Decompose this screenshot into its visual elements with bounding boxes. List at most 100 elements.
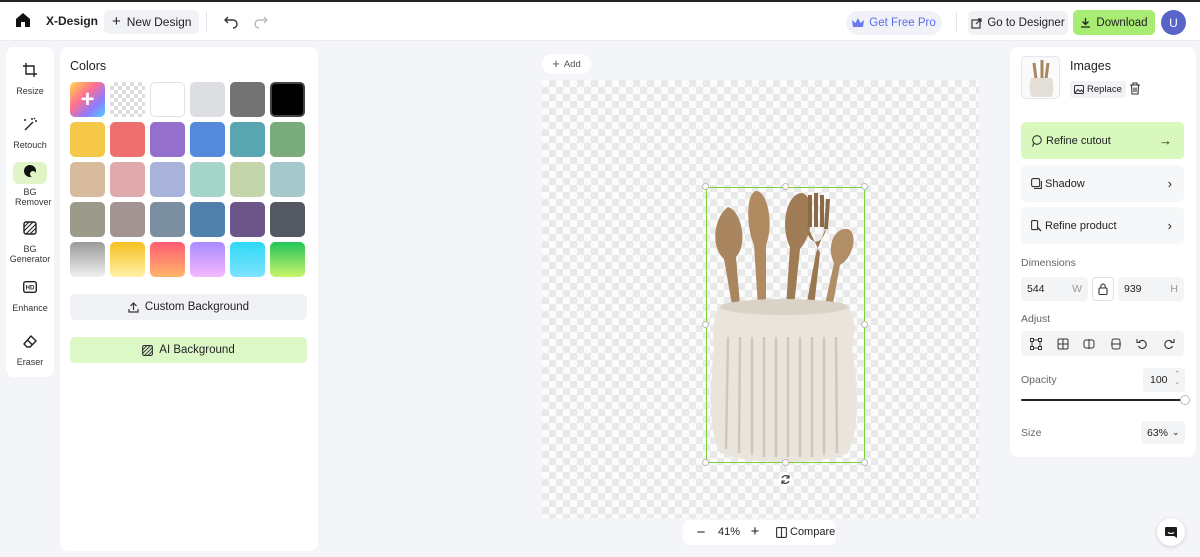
color-swatch[interactable] [230, 162, 265, 197]
tool-enhance[interactable]: HD Enhance [6, 278, 54, 313]
chat-support-button[interactable] [1157, 518, 1185, 546]
flip-vertical-icon[interactable] [1110, 338, 1122, 350]
color-swatch[interactable] [150, 162, 185, 197]
divider [206, 12, 207, 32]
zoom-in-button[interactable]: + [749, 523, 761, 540]
transparent-swatch[interactable] [110, 82, 145, 117]
refine-product-label: Refine product [1045, 219, 1117, 232]
opacity-input[interactable]: 100 ⌃ ⌄ [1143, 368, 1185, 392]
tool-label: Enhance [12, 303, 48, 313]
width-input[interactable]: 544 W [1021, 277, 1088, 301]
tool-label: Resize [16, 86, 44, 96]
resize-handle[interactable] [861, 459, 868, 466]
download-label: Download [1096, 16, 1148, 29]
color-swatch[interactable] [270, 202, 305, 237]
download-icon [1081, 18, 1091, 28]
shadow-button[interactable]: Shadow › [1021, 165, 1184, 202]
width-unit: W [1072, 283, 1082, 295]
color-swatch[interactable] [70, 202, 105, 237]
tool-bg-remover[interactable]: BG Remover [6, 162, 54, 207]
color-swatch[interactable] [270, 82, 305, 117]
color-swatch[interactable] [270, 162, 305, 197]
tool-retouch[interactable]: Retouch [6, 115, 54, 150]
color-swatch[interactable] [150, 202, 185, 237]
color-swatch[interactable] [190, 162, 225, 197]
top-bar: X-Design + New Design Get Free Pro Go to… [0, 0, 1200, 41]
color-swatch[interactable] [270, 122, 305, 157]
tool-eraser[interactable]: Eraser [6, 332, 54, 367]
go-to-designer-button[interactable]: Go to Designer [968, 11, 1068, 35]
grid-icon[interactable] [1057, 338, 1069, 350]
aspect-lock-button[interactable] [1092, 277, 1114, 301]
trash-icon[interactable] [1129, 82, 1141, 95]
resize-handle[interactable] [782, 183, 789, 190]
resize-handle[interactable] [782, 459, 789, 466]
dimensions-label: Dimensions [1021, 257, 1076, 269]
refine-product-icon [1031, 219, 1042, 231]
color-swatch[interactable] [150, 82, 185, 117]
shadow-label: Shadow [1045, 177, 1085, 190]
tool-label: Eraser [16, 357, 44, 367]
zoom-out-button[interactable]: − [695, 524, 707, 541]
color-swatch[interactable] [190, 202, 225, 237]
color-swatch[interactable] [70, 162, 105, 197]
color-swatch[interactable] [190, 82, 225, 117]
rotate-right-icon[interactable] [1163, 338, 1175, 350]
gradient-swatch[interactable] [230, 242, 265, 277]
gradient-swatch[interactable] [110, 242, 145, 277]
stepper-icon[interactable]: ⌃ ⌄ [1174, 371, 1180, 387]
resize-handle[interactable] [861, 183, 868, 190]
tool-resize[interactable]: Resize [6, 61, 54, 96]
transform-icon[interactable] [1030, 337, 1043, 350]
rotate-left-icon[interactable] [1136, 338, 1148, 350]
refine-cutout-button[interactable]: Refine cutout → [1021, 122, 1184, 159]
adjust-label: Adjust [1021, 313, 1051, 325]
height-input[interactable]: 939 H [1118, 277, 1184, 301]
color-swatch[interactable] [110, 202, 145, 237]
compare-button[interactable]: Compare [776, 526, 835, 538]
redo-icon[interactable] [253, 14, 269, 30]
color-swatch[interactable] [110, 122, 145, 157]
utensil-holder-thumbnail [1029, 60, 1054, 97]
replace-button[interactable]: Replace [1070, 81, 1126, 98]
home-icon[interactable] [14, 11, 32, 29]
gradient-swatch[interactable] [190, 242, 225, 277]
gradient-swatch[interactable] [270, 242, 305, 277]
resize-handle[interactable] [702, 321, 709, 328]
compare-icon [776, 526, 787, 538]
resize-handle[interactable] [702, 459, 709, 466]
magic-wand-icon [24, 117, 37, 131]
add-color-swatch[interactable]: + [70, 82, 105, 117]
swatch-grid: + [70, 82, 305, 277]
user-avatar[interactable]: U [1161, 10, 1186, 35]
gradient-swatch[interactable] [150, 242, 185, 277]
rotate-icon[interactable] [778, 472, 793, 487]
ai-background-button[interactable]: AI Background [70, 337, 307, 363]
get-free-pro-button[interactable]: Get Free Pro [846, 11, 942, 35]
gradient-swatch[interactable] [70, 242, 105, 277]
color-swatch[interactable] [230, 202, 265, 237]
get-pro-label: Get Free Pro [869, 17, 936, 29]
refine-product-button[interactable]: Refine product › [1021, 207, 1184, 244]
color-swatch[interactable] [230, 122, 265, 157]
opacity-label: Opacity [1021, 374, 1057, 386]
undo-icon[interactable] [223, 14, 239, 30]
opacity-slider-handle[interactable] [1180, 395, 1190, 405]
opacity-slider[interactable] [1021, 399, 1185, 401]
flip-horizontal-icon[interactable] [1083, 338, 1095, 350]
selection-box[interactable] [706, 187, 865, 463]
resize-handle[interactable] [861, 321, 868, 328]
tool-bg-generator[interactable]: BG Generator [6, 219, 54, 264]
color-swatch[interactable] [190, 122, 225, 157]
custom-background-button[interactable]: Custom Background [70, 294, 307, 320]
download-button[interactable]: Download [1073, 10, 1155, 35]
resize-handle[interactable] [702, 183, 709, 190]
color-swatch[interactable] [110, 162, 145, 197]
color-swatch[interactable] [150, 122, 185, 157]
add-button[interactable]: + Add [542, 54, 591, 74]
color-swatch[interactable] [70, 122, 105, 157]
color-swatch[interactable] [230, 82, 265, 117]
size-select[interactable]: 63% ⌄ [1141, 421, 1185, 444]
bg-remover-icon [24, 165, 36, 177]
new-design-button[interactable]: + New Design [104, 10, 200, 34]
